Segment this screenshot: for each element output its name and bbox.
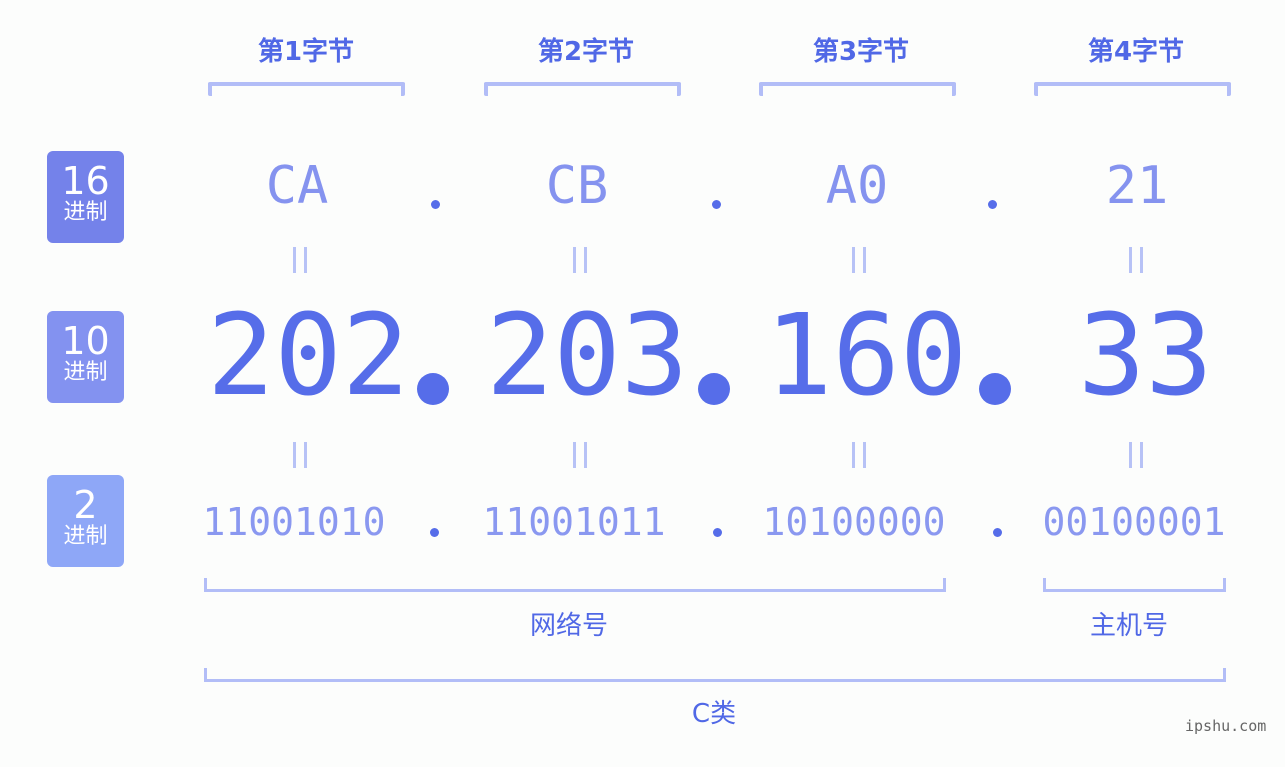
badge-dec-num: 10 — [61, 319, 110, 363]
equals-sign — [1129, 442, 1143, 468]
equals-sign — [852, 442, 866, 468]
byte-bracket-2 — [484, 82, 681, 96]
badge-bin-unit: 进制 — [63, 524, 108, 549]
dec-byte-2: 203 — [486, 291, 689, 421]
hex-byte-3: A0 — [825, 156, 889, 216]
byte-label-4: 第4字节 — [1087, 37, 1185, 67]
bin-separator-dot — [993, 528, 1002, 537]
dec-separator-dot — [979, 373, 1011, 405]
bin-separator-dot — [713, 528, 722, 537]
class-bracket — [204, 668, 1226, 682]
class-label: C类 — [691, 699, 737, 729]
equals-sign — [573, 442, 587, 468]
byte-label-1: 第1字节 — [257, 37, 355, 67]
bin-byte-4: 00100001 — [1042, 500, 1226, 544]
equals-sign — [293, 442, 307, 468]
dec-byte-3: 160 — [765, 291, 968, 421]
badge-bin-num: 2 — [73, 483, 98, 527]
equals-sign — [293, 247, 307, 273]
hex-separator-dot — [712, 200, 721, 209]
hex-byte-1: CA — [265, 156, 329, 216]
dec-separator-dot — [417, 373, 449, 405]
hex-separator-dot — [988, 200, 997, 209]
byte-label-2: 第2字节 — [537, 37, 635, 67]
dec-separator-dot — [698, 373, 730, 405]
badge-bin: 2 进制 — [47, 475, 124, 567]
badge-dec-unit: 进制 — [63, 360, 108, 385]
byte-bracket-3 — [759, 82, 956, 96]
hex-byte-4: 21 — [1105, 156, 1169, 216]
hex-byte-2: CB — [545, 156, 609, 216]
dec-byte-1: 202 — [207, 291, 410, 421]
network-label: 网络号 — [529, 611, 608, 641]
equals-sign — [852, 247, 866, 273]
byte-bracket-4 — [1034, 82, 1231, 96]
equals-sign — [573, 247, 587, 273]
bin-byte-1: 11001010 — [202, 500, 386, 544]
host-label: 主机号 — [1089, 611, 1168, 641]
dec-byte-4: 33 — [1078, 291, 1213, 421]
badge-hex-num: 16 — [61, 159, 110, 203]
network-bracket — [204, 578, 946, 592]
bin-separator-dot — [430, 528, 439, 537]
byte-bracket-1 — [208, 82, 405, 96]
badge-hex-unit: 进制 — [63, 200, 108, 225]
byte-label-3: 第3字节 — [812, 37, 910, 67]
hex-separator-dot — [431, 200, 440, 209]
host-bracket — [1043, 578, 1226, 592]
badge-hex: 16 进制 — [47, 151, 124, 243]
bin-byte-3: 10100000 — [762, 500, 946, 544]
badge-dec: 10 进制 — [47, 311, 124, 403]
watermark: ipshu.com — [1185, 717, 1267, 735]
equals-sign — [1129, 247, 1143, 273]
bin-byte-2: 11001011 — [482, 500, 666, 544]
